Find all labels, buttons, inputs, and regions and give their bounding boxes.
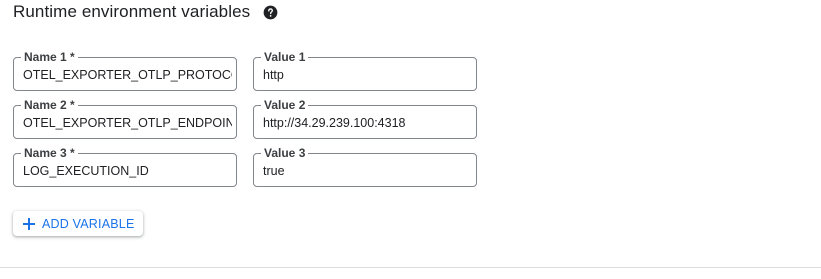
value-input-3[interactable] — [263, 154, 472, 186]
value-field-3[interactable]: Value 3 — [253, 146, 477, 187]
section-divider — [0, 267, 821, 268]
name-field-1[interactable]: Name 1 * — [13, 50, 237, 91]
name-input-2[interactable] — [23, 106, 232, 138]
name-field-2[interactable]: Name 2 * — [13, 98, 237, 139]
help-icon[interactable] — [263, 5, 278, 20]
section-header: Runtime environment variables — [13, 0, 278, 24]
value-field-2[interactable]: Value 2 — [253, 98, 477, 139]
name-input-3[interactable] — [23, 154, 232, 186]
value-input-2[interactable] — [263, 106, 472, 138]
name-field-3[interactable]: Name 3 * — [13, 146, 237, 187]
plus-icon — [22, 217, 36, 231]
section-title: Runtime environment variables — [13, 2, 251, 21]
value-field-1[interactable]: Value 1 — [253, 50, 477, 91]
add-variable-button[interactable]: ADD VARIABLE — [13, 211, 144, 236]
value-input-1[interactable] — [263, 58, 472, 90]
add-variable-label: ADD VARIABLE — [42, 216, 135, 231]
name-input-1[interactable] — [23, 58, 232, 90]
